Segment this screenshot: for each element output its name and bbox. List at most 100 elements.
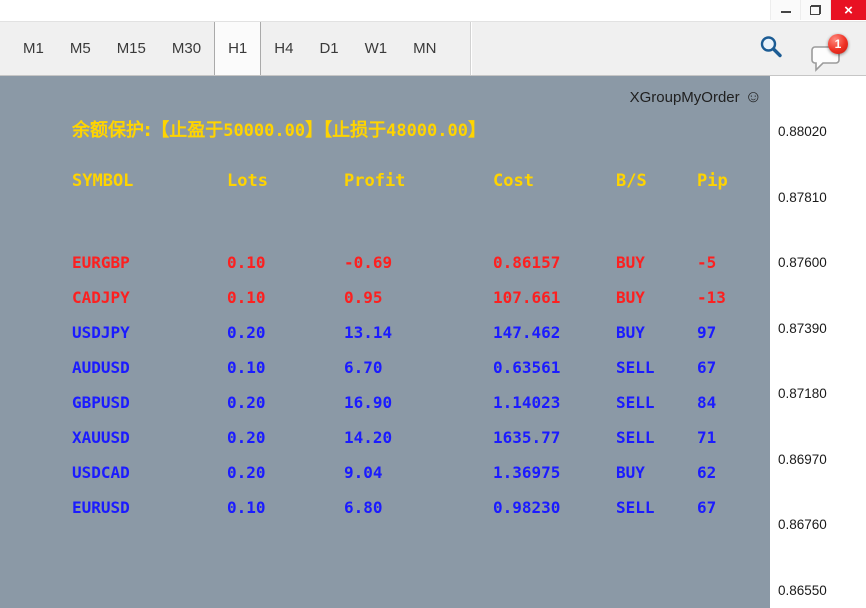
chart-watermark: XGroupMyOrder☺ [630,87,762,107]
protection-label: 余额保护:【止盈于 [72,120,223,141]
protection-value: 50000.00 [223,121,305,141]
order-pip: 67 [697,358,769,377]
order-symbol: EURGBP [72,253,227,272]
timeframe-d1-button[interactable]: D1 [306,22,351,75]
close-icon: × [844,2,853,19]
price-axis-label: 0.87810 [778,190,827,206]
order-row-eurgbp: EURGBP0.10-0.690.86157BUY-5 [72,245,769,280]
timeframe-m5-button[interactable]: M5 [57,22,104,75]
toolbar: M1M5M15M30H1H4D1W1MN 1 [0,22,866,76]
order-profit: 6.80 [344,498,493,517]
order-cost: 0.86157 [493,253,616,272]
order-row-audusd: AUDUSD0.106.700.63561SELL67 [72,350,769,385]
order-lots: 0.10 [227,253,344,272]
order-cost: 1.14023 [493,393,616,412]
order-bs: BUY [616,288,697,307]
restore-icon [810,5,821,15]
order-lots: 0.10 [227,288,344,307]
orders-header-pip: Pip [697,171,769,191]
order-cost: 147.462 [493,323,616,342]
order-cost: 1635.77 [493,428,616,447]
order-lots: 0.20 [227,463,344,482]
timeframe-m1-button[interactable]: M1 [10,22,57,75]
order-lots: 0.20 [227,323,344,342]
order-pip: 67 [697,498,769,517]
orders-body: EURGBP0.10-0.690.86157BUY-5CADJPY0.100.9… [72,245,769,525]
protection-label: 】 [468,120,486,141]
timeframe-h4-button[interactable]: H4 [261,22,306,75]
timeframe-bar: M1M5M15M30H1H4D1W1MN [0,22,866,75]
timeframe-h1-button[interactable]: H1 [214,22,261,75]
order-pip: 71 [697,428,769,447]
search-button[interactable] [758,34,784,60]
order-symbol: EURUSD [72,498,227,517]
order-profit: 6.70 [344,358,493,377]
minimize-button[interactable] [770,0,800,20]
price-axis[interactable]: 0.88020 0.87810 0.87600 0.87390 0.87180 0.869… [770,76,866,608]
order-bs: SELL [616,358,697,377]
order-profit: -0.69 [344,253,493,272]
notifications-button[interactable]: 1 [810,36,850,74]
price-axis-label: 0.87180 [778,386,827,402]
orders-header-lots: Lots [227,171,344,191]
order-bs: BUY [616,253,697,272]
order-profit: 13.14 [344,323,493,342]
order-row-cadjpy: CADJPY0.100.95107.661BUY-13 [72,280,769,315]
order-row-usdjpy: USDJPY0.2013.14147.462BUY97 [72,315,769,350]
order-cost: 1.36975 [493,463,616,482]
price-axis-label: 0.87390 [778,321,827,337]
restore-button[interactable] [800,0,830,20]
close-button[interactable]: × [830,0,866,20]
order-bs: SELL [616,498,697,517]
order-lots: 0.20 [227,428,344,447]
price-axis-label: 0.87600 [778,255,827,271]
price-axis-label: 0.86760 [778,517,827,533]
orders-header-profit: Profit [344,171,493,191]
orders-header-bs: B/S [616,171,697,191]
price-axis-label: 0.88020 [778,124,827,140]
order-cost: 107.661 [493,288,616,307]
order-pip: -13 [697,288,769,307]
price-axis-label: 0.86550 [778,583,827,599]
protection-value: 48000.00 [386,121,468,141]
notification-badge: 1 [828,34,848,54]
order-profit: 0.95 [344,288,493,307]
orders-header-symbol: SYMBOL [72,171,227,191]
order-profit: 14.20 [344,428,493,447]
order-profit: 16.90 [344,393,493,412]
order-symbol: AUDUSD [72,358,227,377]
order-bs: BUY [616,323,697,342]
order-pip: 84 [697,393,769,412]
chart-area[interactable]: XGroupMyOrder☺ 余额保护:【止盈于50000.00】【止损于480… [0,76,770,608]
balance-protection-text: 余额保护:【止盈于50000.00】【止损于48000.00】 [72,118,486,143]
order-symbol: USDCAD [72,463,227,482]
orders-header: SYMBOLLotsProfitCostB/SPip [72,171,769,191]
timeframe-w1-button[interactable]: W1 [352,22,401,75]
timeframe-m15-button[interactable]: M15 [104,22,159,75]
order-cost: 0.63561 [493,358,616,377]
order-row-xauusd: XAUUSD0.2014.201635.77SELL71 [72,420,769,455]
order-symbol: GBPUSD [72,393,227,412]
order-bs: SELL [616,393,697,412]
order-cost: 0.98230 [493,498,616,517]
order-bs: SELL [616,428,697,447]
protection-label: 】【止损于 [305,120,386,141]
toolbar-separator [470,22,471,75]
watermark-text: XGroupMyOrder [630,89,740,106]
order-pip: 62 [697,463,769,482]
orders-header-cost: Cost [493,171,616,191]
order-row-usdcad: USDCAD0.209.041.36975BUY62 [72,455,769,490]
order-symbol: USDJPY [72,323,227,342]
timeframe-mn-button[interactable]: MN [400,22,449,75]
order-lots: 0.10 [227,358,344,377]
order-lots: 0.20 [227,393,344,412]
order-symbol: CADJPY [72,288,227,307]
price-axis-label: 0.86970 [778,452,827,468]
order-bs: BUY [616,463,697,482]
timeframe-m30-button[interactable]: M30 [159,22,214,75]
minimize-icon [781,11,791,13]
order-pip: 97 [697,323,769,342]
order-symbol: XAUUSD [72,428,227,447]
window-titlebar: × [0,0,866,22]
order-row-gbpusd: GBPUSD0.2016.901.14023SELL84 [72,385,769,420]
